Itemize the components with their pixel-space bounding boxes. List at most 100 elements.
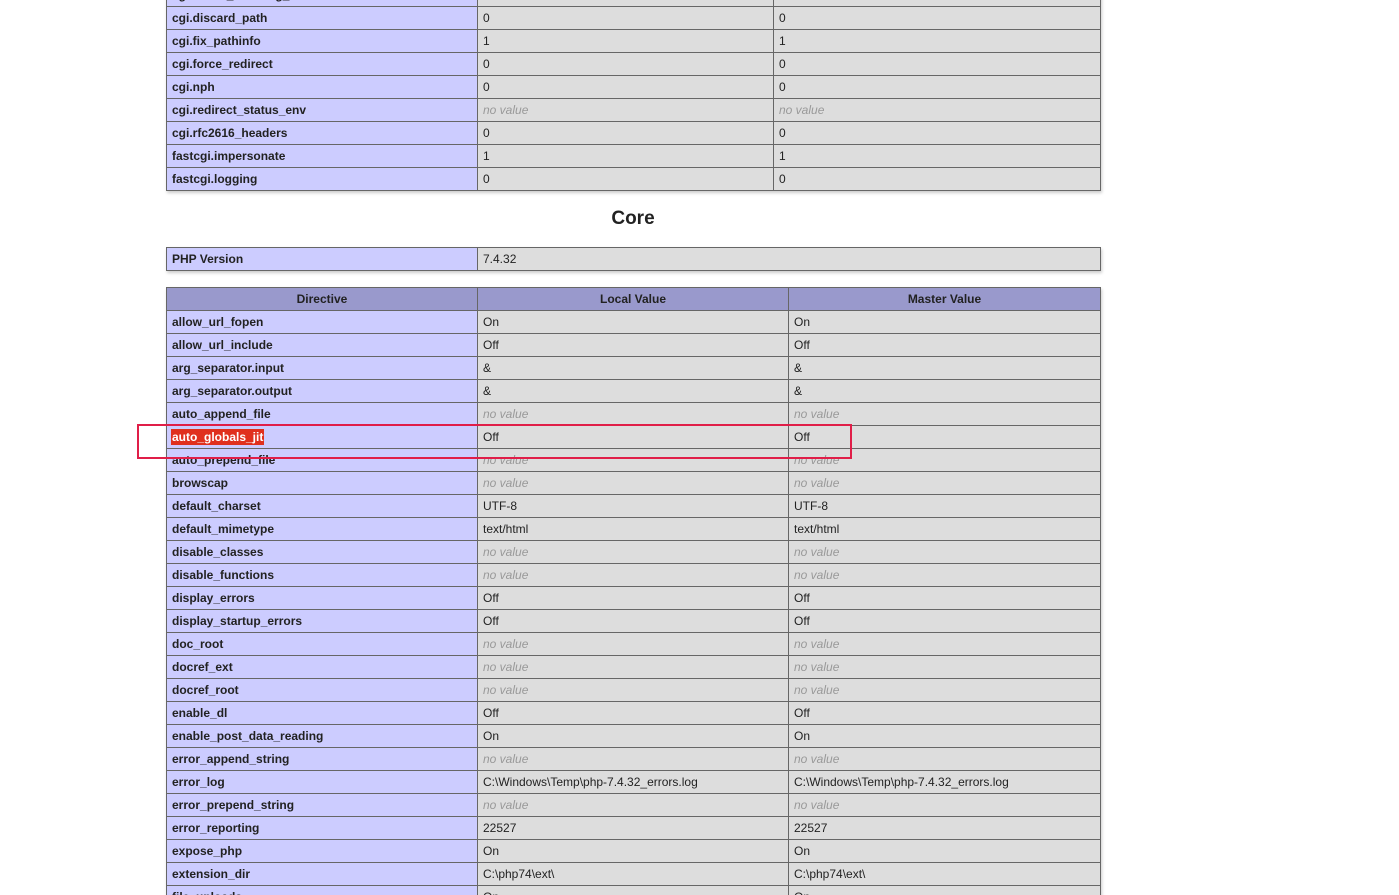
no-value-text: no value: [483, 545, 529, 559]
directive-name: display_startup_errors: [166, 609, 478, 633]
master-value: text/html: [788, 517, 1101, 541]
directive-name: cgi.discard_path: [166, 6, 478, 30]
no-value-text: no value: [794, 545, 840, 559]
local-value: Off: [477, 701, 789, 725]
master-value: 0: [773, 52, 1101, 76]
table-row: fastcgi.impersonate 1 1: [166, 144, 1101, 168]
local-value: On: [477, 839, 789, 863]
local-value: no value: [477, 540, 789, 564]
local-value: Off: [477, 425, 789, 449]
phpinfo-content: cgi.check_shebang_line11cgi.discard_path…: [166, 0, 1101, 895]
php-version-label: PHP Version: [166, 247, 478, 271]
table-row: cgi.rfc2616_headers 0 0: [166, 121, 1101, 145]
table-row: error_prepend_string no value no value: [166, 793, 1101, 817]
no-value-text: no value: [794, 453, 840, 467]
table-row: fastcgi.logging 0 0: [166, 167, 1101, 191]
directive-name: browscap: [166, 471, 478, 495]
master-value: On: [788, 839, 1101, 863]
table-row: expose_php On On: [166, 839, 1101, 863]
cgi-table: cgi.check_shebang_line11cgi.discard_path…: [166, 0, 1101, 191]
table-row: cgi.nph 0 0: [166, 75, 1101, 99]
table-row: arg_separator.input & &: [166, 356, 1101, 380]
master-value: C:\Windows\Temp\php-7.4.32_errors.log: [788, 770, 1101, 794]
table-row: default_charset UTF-8 UTF-8: [166, 494, 1101, 518]
local-value: 0: [477, 121, 774, 145]
master-value: no value: [788, 563, 1101, 587]
table-row: cgi.redirect_status_env no value no value: [166, 98, 1101, 122]
local-value: no value: [477, 793, 789, 817]
table-row: docref_ext no value no value: [166, 655, 1101, 679]
directive-name: cgi.redirect_status_env: [166, 98, 478, 122]
column-header-master-value: Master Value: [788, 287, 1101, 311]
directive-name: doc_root: [166, 632, 478, 656]
local-value: 0: [477, 6, 774, 30]
master-value: &: [788, 356, 1101, 380]
no-value-text: no value: [779, 103, 825, 117]
no-value-text: no value: [794, 660, 840, 674]
table-row: doc_root no value no value: [166, 632, 1101, 656]
local-value: On: [477, 310, 789, 334]
no-value-text: no value: [483, 568, 529, 582]
column-header-local-value: Local Value: [477, 287, 789, 311]
local-value: 22527: [477, 816, 789, 840]
table-row: error_log C:\Windows\Temp\php-7.4.32_erro…: [166, 770, 1101, 794]
table-row: allow_url_fopen On On: [166, 310, 1101, 334]
table-row: disable_classes no value no value: [166, 540, 1101, 564]
directive-name: default_mimetype: [166, 517, 478, 541]
local-value: 0: [477, 52, 774, 76]
directive-name: enable_dl: [166, 701, 478, 725]
master-value: no value: [788, 632, 1101, 656]
table-row: enable_dl Off Off: [166, 701, 1101, 725]
master-value: 0: [773, 6, 1101, 30]
master-value: no value: [788, 448, 1101, 472]
table-row: PHP Version 7.4.32: [166, 247, 1101, 271]
php-version-value: 7.4.32: [477, 247, 1101, 271]
master-value: no value: [788, 471, 1101, 495]
no-value-text: no value: [483, 103, 529, 117]
table-row: file_uploadsOnOn: [166, 885, 1101, 895]
directive-name: arg_separator.output: [166, 379, 478, 403]
directive-name: fastcgi.impersonate: [166, 144, 478, 168]
directive-name: extension_dir: [166, 862, 478, 886]
no-value-text: no value: [794, 683, 840, 697]
directive-name: cgi.fix_pathinfo: [166, 29, 478, 53]
local-value: Off: [477, 609, 789, 633]
table-row: cgi.fix_pathinfo 1 1: [166, 29, 1101, 53]
directive-name: docref_root: [166, 678, 478, 702]
table-row: cgi.discard_path 0 0: [166, 6, 1101, 30]
table-row: extension_dir C:\php74\ext\ C:\php74\ext\: [166, 862, 1101, 886]
local-value: C:\Windows\Temp\php-7.4.32_errors.log: [477, 770, 789, 794]
local-value: no value: [477, 402, 789, 426]
local-value: no value: [477, 655, 789, 679]
php-version-table: PHP Version 7.4.32: [166, 247, 1101, 271]
local-value: UTF-8: [477, 494, 789, 518]
master-value: no value: [788, 402, 1101, 426]
master-value: no value: [788, 747, 1101, 771]
directive-name: cgi.nph: [166, 75, 478, 99]
directive-name: docref_ext: [166, 655, 478, 679]
no-value-text: no value: [483, 798, 529, 812]
local-value: C:\php74\ext\: [477, 862, 789, 886]
no-value-text: no value: [483, 683, 529, 697]
no-value-text: no value: [483, 752, 529, 766]
directive-name: allow_url_fopen: [166, 310, 478, 334]
local-value: 1: [477, 144, 774, 168]
table-row: display_errors Off Off: [166, 586, 1101, 610]
column-header-directive: Directive: [166, 287, 478, 311]
no-value-text: no value: [794, 637, 840, 651]
local-value: &: [477, 356, 789, 380]
table-header-row: Directive Local Value Master Value: [166, 287, 1101, 311]
local-value: no value: [477, 471, 789, 495]
table-row: error_append_string no value no value: [166, 747, 1101, 771]
table-row: arg_separator.output & &: [166, 379, 1101, 403]
table-row: default_mimetype text/html text/html: [166, 517, 1101, 541]
directive-name: fastcgi.logging: [166, 167, 478, 191]
selected-text[interactable]: auto_globals_jit: [172, 430, 264, 444]
master-value: Off: [788, 333, 1101, 357]
directive-name: file_uploads: [166, 885, 478, 895]
directive-name: cgi.force_redirect: [166, 52, 478, 76]
directive-name: expose_php: [166, 839, 478, 863]
directive-name: enable_post_data_reading: [166, 724, 478, 748]
master-value: no value: [788, 793, 1101, 817]
directive-name: arg_separator.input: [166, 356, 478, 380]
